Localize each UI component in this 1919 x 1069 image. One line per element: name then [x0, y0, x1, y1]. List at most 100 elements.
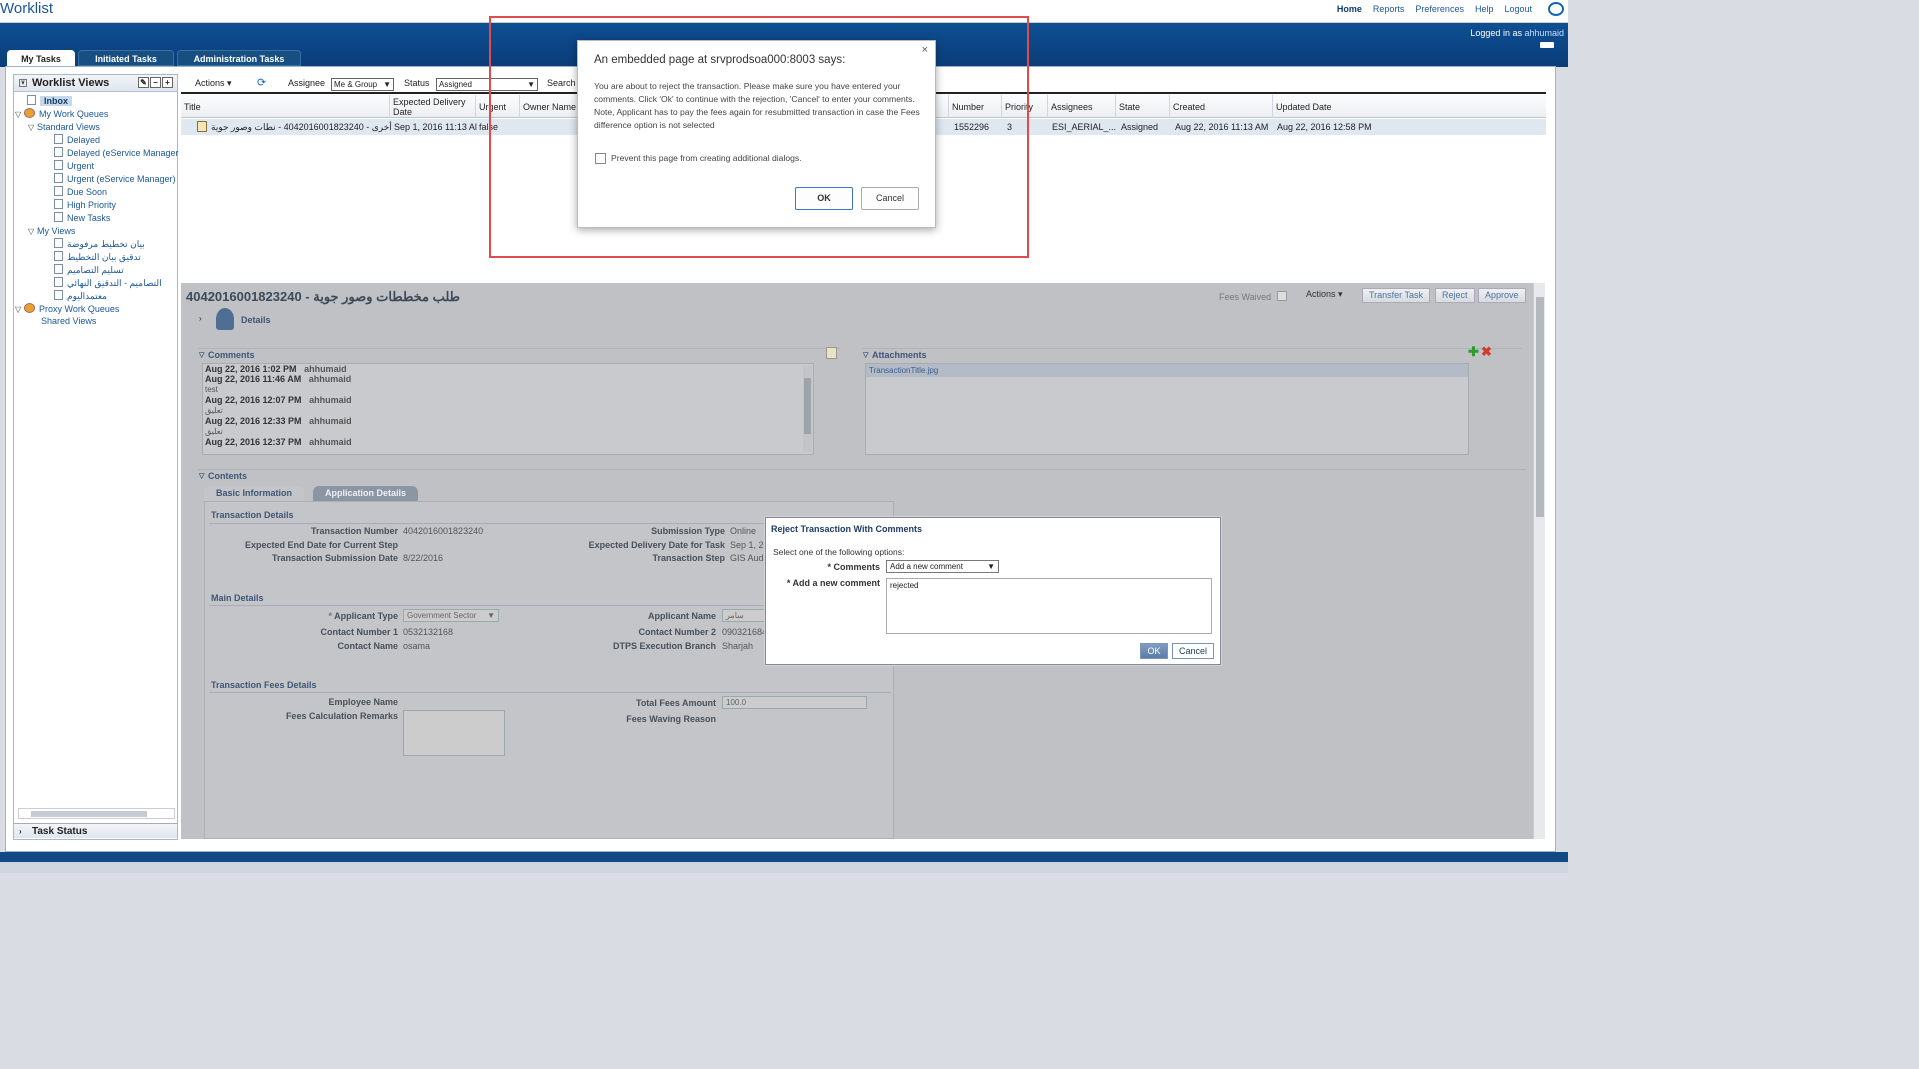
delete-attachment-icon[interactable]: ✖ — [1481, 344, 1492, 360]
applicant-type-select[interactable]: Government Sector ▼ — [403, 609, 499, 622]
inbox-icon — [27, 95, 36, 105]
sidebar-item-urgent[interactable]: Urgent — [54, 160, 94, 172]
expand-icon[interactable]: ▽ — [15, 304, 24, 316]
main-details-header: Main Details — [211, 593, 264, 603]
comment-date: Aug 22, 2016 1:02 PM — [205, 364, 297, 374]
comments-scrollbar[interactable] — [803, 366, 812, 452]
queue-icon — [24, 108, 35, 118]
collapse-header-icon[interactable] — [1540, 42, 1554, 48]
confirm-cancel-button[interactable]: Cancel — [861, 187, 919, 210]
tab-administration-tasks[interactable]: Administration Tasks — [177, 50, 301, 66]
row-title[interactable]: أخرى - 4042016001823240 - نطات وصور جوية — [211, 122, 392, 133]
sidebar-item-my-view-3[interactable]: تسليم التصاميم — [54, 264, 124, 276]
col-assignees[interactable]: Assignees — [1047, 95, 1115, 118]
prevent-dialogs-checkbox[interactable] — [595, 153, 606, 164]
applicant-name-field[interactable]: سامر — [722, 609, 767, 622]
home-link[interactable]: Home — [1337, 4, 1362, 14]
sidebar-item-delayed[interactable]: Delayed — [54, 134, 100, 146]
expected-end-date-label: Expected End Date for Current Step — [244, 540, 398, 550]
approve-button[interactable]: Approve — [1478, 288, 1526, 303]
tab-my-tasks[interactable]: My Tasks — [7, 50, 75, 66]
reports-link[interactable]: Reports — [1373, 4, 1405, 14]
expand-icon[interactable]: ▽ — [15, 109, 24, 121]
logout-link[interactable]: Logout — [1504, 4, 1532, 14]
submission-type-label: Submission Type — [651, 526, 725, 536]
add-attachment-icon[interactable]: ✚ — [1468, 344, 1479, 360]
tab-initiated-tasks[interactable]: Initiated Tasks — [78, 50, 174, 66]
collapse-icon[interactable]: ∨ — [19, 79, 27, 87]
sidebar-item-my-view-4[interactable]: التصاميم - التدقيق النهائي — [54, 277, 176, 289]
worklist-views-header: ∨ Worklist Views ✎ − + — [14, 75, 177, 92]
tab-basic-information[interactable]: Basic Information — [204, 486, 305, 501]
sidebar-item-my-views[interactable]: ▽ My Views — [28, 225, 75, 237]
comment-date: Aug 22, 2016 12:33 PM — [205, 416, 302, 426]
scroll-thumb[interactable] — [1536, 297, 1544, 517]
col-title[interactable]: Title — [181, 95, 389, 118]
scroll-thumb[interactable] — [31, 811, 147, 817]
reject-button[interactable]: Reject — [1435, 288, 1475, 303]
col-created[interactable]: Created — [1169, 95, 1272, 118]
expand-details-icon[interactable]: › — [199, 314, 202, 323]
total-fees-field[interactable]: 100.0 — [722, 696, 867, 709]
sidebar-item-delayed-eservice[interactable]: Delayed (eService Manager — [54, 147, 179, 159]
sidebar-item-shared-views[interactable]: Shared Views — [41, 315, 96, 327]
sidebar-item-urgent-eservice[interactable]: Urgent (eService Manager) — [54, 173, 176, 185]
add-view-icon[interactable]: + — [162, 77, 173, 88]
task-icon — [197, 121, 207, 132]
attachment-item[interactable]: TransactionTitle.jpg — [866, 364, 1468, 377]
view-icon — [54, 160, 63, 170]
confirm-ok-button[interactable]: OK — [795, 187, 853, 210]
help-link[interactable]: Help — [1475, 4, 1494, 14]
sidebar-item-standard-views[interactable]: ▽ Standard Views — [28, 121, 100, 133]
prevent-dialogs-label[interactable]: Prevent this page from creating addition… — [611, 153, 802, 163]
reject-ok-button[interactable]: OK — [1140, 643, 1168, 659]
add-comment-icon[interactable] — [826, 347, 837, 359]
comments-option-select[interactable]: Add a new comment ▼ — [886, 560, 999, 573]
sidebar-item-inbox[interactable]: Inbox — [27, 95, 72, 107]
scroll-thumb[interactable] — [804, 378, 811, 434]
logged-in-info: Logged in as ahhumaid — [1470, 28, 1564, 38]
sidebar-item-my-view-5[interactable]: معتمداليوم — [54, 290, 107, 302]
expand-icon[interactable]: › — [19, 824, 22, 839]
sidebar-item-due-soon[interactable]: Due Soon — [54, 186, 107, 198]
task-status-panel[interactable]: › Task Status — [14, 823, 177, 838]
confirm-dialog-message: You are about to reject the transaction.… — [594, 80, 926, 132]
close-icon[interactable]: × — [922, 44, 928, 56]
expand-icon[interactable]: ▽ — [28, 226, 37, 238]
sidebar-item-proxy-queues[interactable]: ▽ Proxy Work Queues — [15, 303, 119, 315]
transaction-number-label: Transaction Number — [310, 526, 398, 536]
actions-menu[interactable]: Actions ▾ — [195, 78, 232, 89]
refresh-icon[interactable]: ⟳ — [257, 76, 266, 89]
col-updated-date[interactable]: Updated Date — [1272, 95, 1422, 118]
col-expected-delivery[interactable]: Expected Delivery Date — [389, 95, 475, 118]
transaction-details-header: Transaction Details — [211, 510, 294, 520]
detail-vertical-scrollbar[interactable] — [1533, 283, 1545, 839]
attachments-section-header[interactable]: Attachments — [862, 348, 1522, 362]
sidebar-item-new-tasks[interactable]: New Tasks — [54, 212, 110, 224]
reject-cancel-button[interactable]: Cancel — [1172, 643, 1214, 659]
sidebar-item-my-view-1[interactable]: بيان تخطيط مرفوضة — [54, 238, 145, 250]
detail-actions-menu[interactable]: Actions ▾ — [1300, 288, 1349, 303]
edit-view-icon[interactable]: ✎ — [138, 77, 149, 88]
sidebar-horizontal-scrollbar[interactable] — [18, 808, 175, 819]
contents-section-header[interactable]: Contents — [198, 469, 1526, 483]
details-label[interactable]: Details — [241, 315, 271, 325]
remove-view-icon[interactable]: − — [150, 77, 161, 88]
comment-text: تعليق — [205, 427, 223, 436]
new-comment-textarea[interactable]: rejected — [886, 578, 1212, 634]
sidebar-item-my-work-queues[interactable]: ▽ My Work Queues — [15, 108, 108, 120]
comments-section-header[interactable]: Comments — [198, 348, 840, 362]
transaction-step-label: Transaction Step — [652, 553, 725, 563]
sidebar-item-my-view-2[interactable]: تدقيق بيان التخطيط — [54, 251, 141, 263]
preferences-link[interactable]: Preferences — [1415, 4, 1464, 14]
col-state[interactable]: State — [1115, 95, 1169, 118]
sidebar-item-high-priority[interactable]: High Priority — [54, 199, 116, 211]
view-tools: ✎ − + — [138, 77, 173, 88]
tab-application-details[interactable]: Application Details — [313, 486, 419, 501]
transfer-task-button[interactable]: Transfer Task — [1362, 288, 1431, 303]
assignee-select[interactable]: Me & Group ▼ — [331, 78, 394, 91]
expand-icon[interactable]: ▽ — [28, 122, 37, 134]
fees-remarks-textarea[interactable] — [403, 710, 505, 756]
comments-option-value: Add a new comment — [890, 562, 963, 571]
fees-waived-checkbox[interactable] — [1277, 291, 1287, 301]
